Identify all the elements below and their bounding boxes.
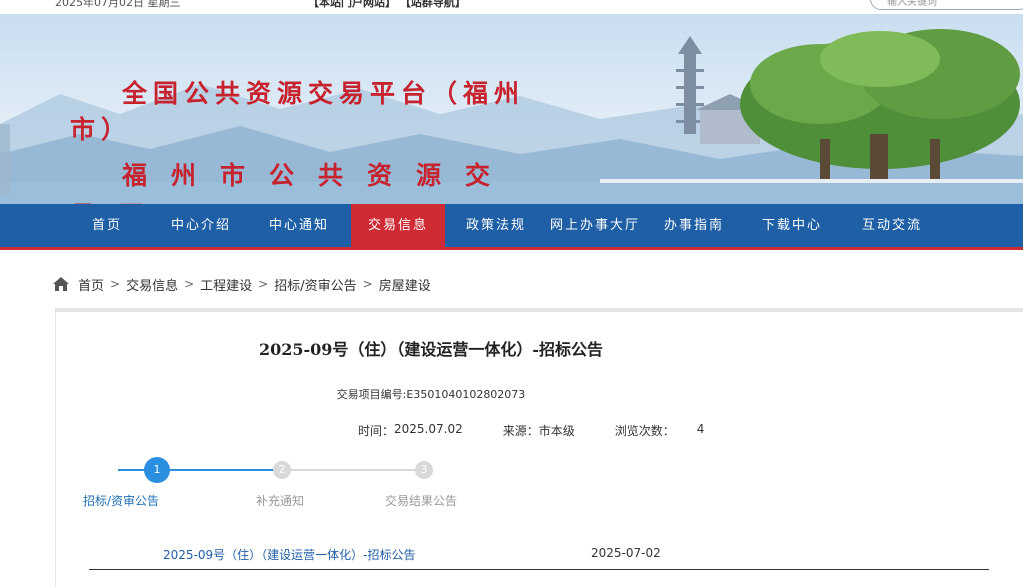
step-3-circle[interactable]: 3 xyxy=(415,461,433,479)
nav-item-guide[interactable]: 办事指南 xyxy=(655,204,733,247)
time-value: 2025.07.02 xyxy=(394,422,463,436)
step-line-active xyxy=(118,469,278,471)
source-value: 市本级 xyxy=(538,424,575,438)
article-title: 2025-09号（住）（建设运营一体化）-招标公告 xyxy=(258,340,604,359)
source-label: 来源： xyxy=(502,424,539,438)
site-title: 福州市公共资源交易网 xyxy=(70,161,515,204)
top-strip: 2025年07月02日 星期三 【本站门户网站】 【站群导航】 输入关键词 xyxy=(0,0,1023,14)
list-item-date: 2025-07-02 xyxy=(591,546,661,560)
step-2-label[interactable]: 补充通知 xyxy=(256,492,304,509)
nav-item-interaction[interactable]: 互动交流 xyxy=(851,204,933,247)
breadcrumb-separator: > xyxy=(258,277,269,291)
breadcrumb: 首页 > 交易信息 > 工程建设 > 招标/资审公告 > 房屋建设 xyxy=(52,274,431,294)
step-line-inactive xyxy=(278,469,426,471)
nav-item-center-intro[interactable]: 中心介绍 xyxy=(162,204,240,247)
time-label: 时间： xyxy=(358,424,395,438)
nav-item-home[interactable]: 首页 xyxy=(72,204,142,247)
article-container: 2025-09号（住）（建设运营一体化）-招标公告 交易项目编号:E350104… xyxy=(55,308,1023,587)
home-icon xyxy=(53,277,69,291)
list-item-title[interactable]: 2025-09号（住）（建设运营一体化）-招标公告 xyxy=(163,546,415,563)
main-nav: 首页 中心介绍 中心通知 交易信息 政策法规 网上办事大厅 办事指南 下载中心 … xyxy=(0,204,1023,250)
search-input[interactable]: 输入关键词 xyxy=(870,0,1023,10)
site-banner: 全国公共资源交易平台（福州市） 福州市公共资源交易网 xyxy=(0,14,1023,204)
list-item[interactable]: 2025-09号（住）（建设运营一体化）-招标公告 2025-07-02 xyxy=(89,542,989,570)
breadcrumb-trade-info[interactable]: 交易信息 xyxy=(126,275,178,294)
breadcrumb-separator: > xyxy=(110,277,121,291)
views-value: 4 xyxy=(696,422,705,436)
breadcrumb-separator: > xyxy=(184,277,195,291)
process-steps: 1 招标/资审公告 2 补充通知 3 交易结果公告 xyxy=(56,456,556,516)
nav-item-trade-info[interactable]: 交易信息 xyxy=(351,204,445,247)
nav-item-policy[interactable]: 政策法规 xyxy=(457,204,535,247)
top-links[interactable]: 【本站门户网站】 【站群导航】 xyxy=(308,0,466,10)
step-3-label[interactable]: 交易结果公告 xyxy=(385,492,457,509)
breadcrumb-separator: > xyxy=(362,277,373,291)
breadcrumb-tender-notice[interactable]: 招标/资审公告 xyxy=(274,275,356,294)
step-1-circle[interactable]: 1 xyxy=(144,457,170,483)
nav-item-center-notice[interactable]: 中心通知 xyxy=(260,204,338,247)
nav-item-download[interactable]: 下载中心 xyxy=(753,204,831,247)
current-date: 2025年07月02日 星期三 xyxy=(55,0,181,9)
breadcrumb-home[interactable]: 首页 xyxy=(78,275,104,294)
breadcrumb-engineering[interactable]: 工程建设 xyxy=(200,275,252,294)
breadcrumb-housing[interactable]: 房屋建设 xyxy=(379,275,431,294)
nav-item-online-hall[interactable]: 网上办事大厅 xyxy=(545,204,645,247)
article-meta: 时间： 2025.07.02 来源： 市本级 浏览次数： 4 xyxy=(358,422,704,439)
step-1-label[interactable]: 招标/资审公告 xyxy=(83,492,159,509)
step-2-circle[interactable]: 2 xyxy=(273,461,291,479)
platform-title: 全国公共资源交易平台（福州市） xyxy=(70,79,526,144)
project-number: 交易项目编号:E3501040102802073 xyxy=(336,388,526,401)
views-label: 浏览次数： xyxy=(614,424,675,438)
